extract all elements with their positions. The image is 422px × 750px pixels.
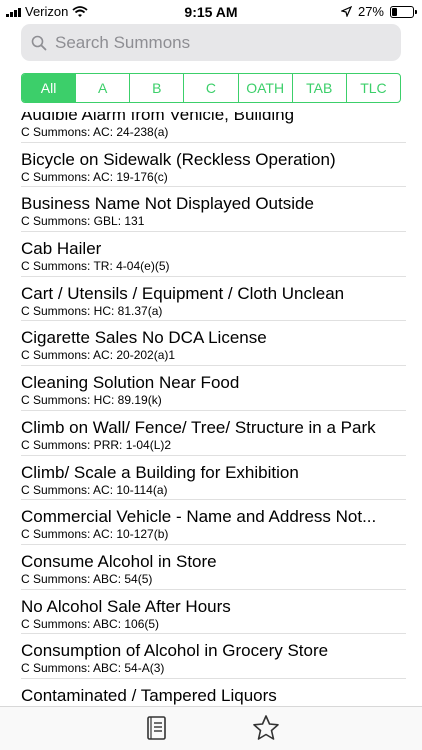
tab-bar <box>0 706 422 750</box>
list-item[interactable]: Commercial Vehicle - Name and Address No… <box>0 500 422 545</box>
filter-tab-a[interactable]: A <box>75 74 129 102</box>
list-item[interactable]: Cart / Utensils / Equipment / Cloth Uncl… <box>0 277 422 322</box>
list-item-subtitle: C Summons: AC: 10-127(b) <box>21 527 169 542</box>
list-item[interactable]: No Alcohol Sale After Hours C Summons: AB… <box>0 590 422 635</box>
list-item-title: Climb/ Scale a Building for Exhibition <box>21 462 299 482</box>
list-item-title: Cab Hailer <box>21 239 102 259</box>
list-item[interactable]: Contaminated / Tampered Liquors <box>0 679 422 706</box>
filter-tab-tlc[interactable]: TLC <box>345 74 400 102</box>
filter-tab-c[interactable]: C <box>183 74 237 102</box>
search-bar[interactable] <box>21 24 401 61</box>
list-item[interactable]: Consume Alcohol in Store C Summons: ABC: … <box>0 545 422 590</box>
list-item-subtitle: C Summons: AC: 20-202(a)1 <box>21 348 176 363</box>
list-item-title: Bicycle on Sidewalk (Reckless Operation) <box>21 149 336 169</box>
battery-percent: 27% <box>357 4 384 19</box>
filter-tab-b[interactable]: B <box>129 74 183 102</box>
list-item[interactable]: Audible Alarm from Vehicle, Building C Su… <box>0 112 422 143</box>
filter-segmented-control: All A B C OATH TAB TLC <box>21 73 401 103</box>
list-item-title: Climb on Wall/ Fence/ Tree/ Structure in… <box>21 417 376 437</box>
list-item-title: Cleaning Solution Near Food <box>21 373 240 393</box>
list-item-subtitle: C Summons: ABC: 106(5) <box>21 616 160 631</box>
list-item-subtitle: C Summons: PRR: 1-04(L)2 <box>21 437 172 452</box>
list-item-title: Audible Alarm from Vehicle, Building <box>21 112 295 124</box>
location-arrow-icon <box>340 6 352 17</box>
filter-tab-all[interactable]: All <box>22 74 76 102</box>
list-item-subtitle: C Summons: AC: 10-114(a) <box>21 482 168 497</box>
list-item-subtitle: C Summons: AC: 24-238(a) <box>21 125 169 139</box>
search-input[interactable] <box>53 31 377 54</box>
list-item-title: Cart / Utensils / Equipment / Cloth Uncl… <box>21 283 345 303</box>
list-item-subtitle: C Summons: ABC: 54-A(3) <box>21 661 165 676</box>
battery-icon <box>390 5 417 18</box>
list-item-subtitle: C Summons: AC: 19-176(c) <box>21 169 168 184</box>
list-item[interactable]: Business Name Not Displayed Outside C Sum… <box>0 187 422 232</box>
list-item[interactable]: Cigarette Sales No DCA License C Summons:… <box>0 321 422 366</box>
status-right: 27% <box>340 4 417 19</box>
list-item[interactable]: Climb/ Scale a Building for Exhibition C … <box>0 456 422 501</box>
list-item-title: Commercial Vehicle - Name and Address No… <box>21 507 377 527</box>
list-item-subtitle: C Summons: GBL: 131 <box>21 214 145 229</box>
list-item-subtitle: C Summons: ABC: 54(5) <box>21 571 153 586</box>
list-item-title: Contaminated / Tampered Liquors <box>21 685 277 705</box>
summons-list[interactable]: Audible Alarm from Vehicle, Building C Su… <box>0 112 422 706</box>
list-item[interactable]: Consumption of Alcohol in Grocery Store C… <box>0 634 422 679</box>
list-item-subtitle: C Summons: HC: 89.19(k) <box>21 393 162 408</box>
list-item-title: Business Name Not Displayed Outside <box>21 194 314 214</box>
list-item[interactable]: Cab Hailer C Summons: TR: 4-04(e)(5) <box>0 232 422 277</box>
notebook-icon[interactable] <box>141 713 171 743</box>
list-item-title: Consume Alcohol in Store <box>21 551 217 571</box>
list-item[interactable]: Cleaning Solution Near Food C Summons: HC… <box>0 366 422 411</box>
list-item-title: Cigarette Sales No DCA License <box>21 328 267 348</box>
list-item[interactable]: Climb on Wall/ Fence/ Tree/ Structure in… <box>0 411 422 456</box>
list-item-title: No Alcohol Sale After Hours <box>21 596 231 616</box>
list-item[interactable]: Bicycle on Sidewalk (Reckless Operation)… <box>0 143 422 188</box>
filter-tab-tab[interactable]: TAB <box>291 74 346 102</box>
filter-tab-oath[interactable]: OATH <box>237 74 292 102</box>
list-item-title: Consumption of Alcohol in Grocery Store <box>21 641 329 661</box>
list-item-subtitle: C Summons: HC: 81.37(a) <box>21 303 163 318</box>
star-icon[interactable] <box>251 713 281 743</box>
list-item-subtitle: C Summons: TR: 4-04(e)(5) <box>21 259 170 274</box>
search-icon <box>31 35 47 50</box>
status-bar: Verizon 9:15 AM 27% <box>0 0 422 22</box>
